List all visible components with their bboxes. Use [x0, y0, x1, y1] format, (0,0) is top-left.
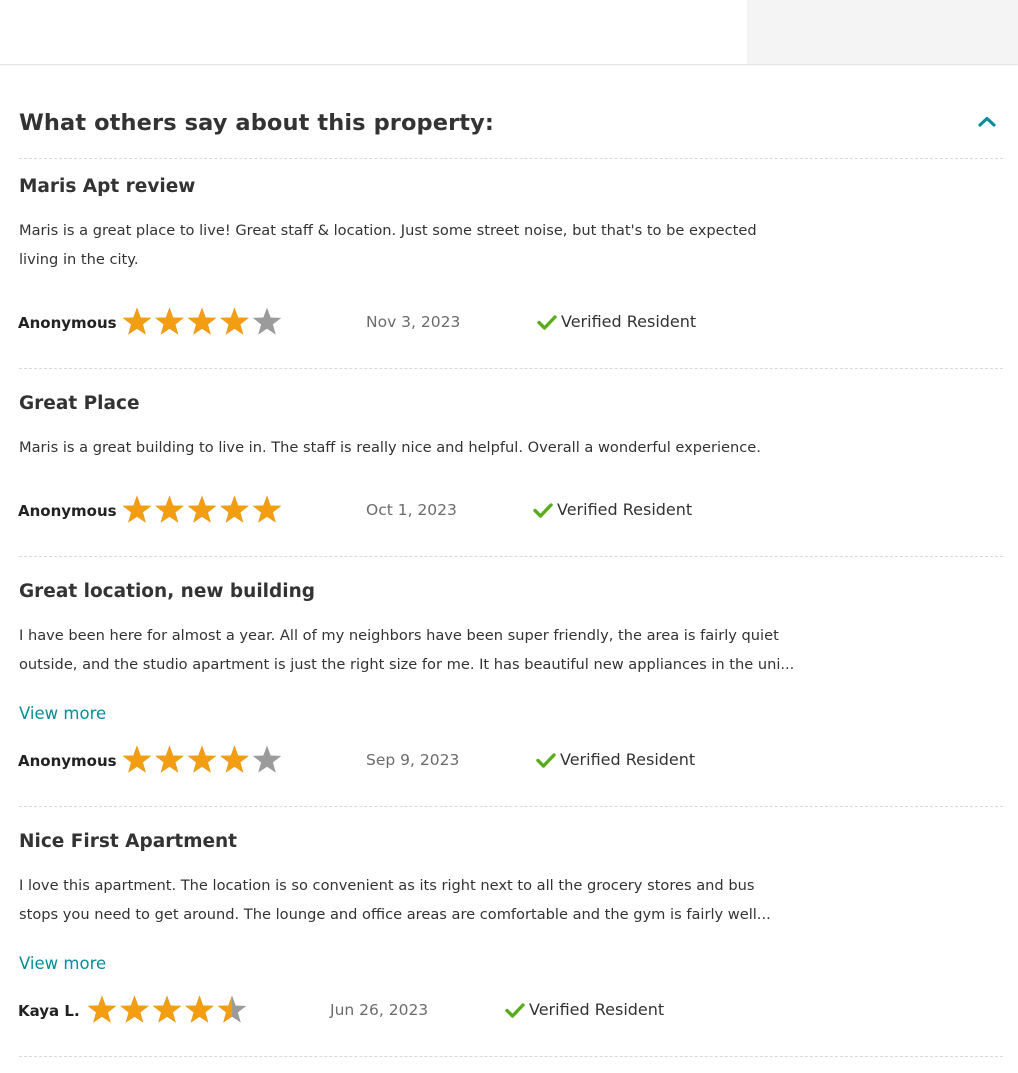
star-rating: [88, 994, 246, 1026]
star-empty-icon: [252, 307, 281, 335]
star-rating-graphic: [123, 495, 281, 523]
star-filled-icon: [187, 495, 217, 523]
star-rating: [123, 494, 281, 526]
star-rating-graphic: [123, 307, 281, 335]
review-body-line: I have been here for almost a year. All …: [19, 627, 779, 644]
star-filled-icon: [187, 307, 217, 335]
review-item: Nice First Apartment I love this apartme…: [18, 807, 1003, 1057]
star-filled-icon: [220, 307, 249, 335]
star-filled-icon: [123, 745, 152, 773]
star-filled-icon: [123, 495, 152, 523]
review-meta: Anonymous Nov 3, 2023 Verified Resident: [18, 306, 818, 338]
review-author: Anonymous: [18, 314, 117, 332]
review-title: Great Place: [19, 393, 140, 414]
star-filled-icon: [220, 495, 249, 523]
verified-label: Verified Resident: [557, 500, 693, 519]
star-rating: [123, 744, 281, 776]
chevron-up-icon: [978, 116, 996, 127]
reviews-section-title: What others say about this property:: [19, 110, 495, 136]
review-title: Nice First Apartment: [19, 831, 238, 852]
star-filled-icon: [155, 495, 184, 523]
review-body-line: Maris is a great building to live in. Th…: [19, 439, 761, 456]
review-meta: Anonymous Sep 9, 2023 Verified Resident: [18, 744, 818, 776]
verified-label: Verified Resident: [529, 1000, 665, 1019]
view-more-link[interactable]: View more: [19, 954, 106, 973]
star-filled-icon: [152, 995, 182, 1023]
star-filled-icon: [123, 307, 152, 335]
review-body: I love this apartment. The location is s…: [19, 871, 819, 929]
verified-label: Verified Resident: [560, 750, 696, 769]
reviews-section: What others say about this property: Mar…: [18, 98, 1003, 1057]
verified-label: Verified Resident: [561, 312, 697, 331]
star-filled-icon: [220, 745, 249, 773]
star-rating-graphic: [123, 745, 281, 773]
checkmark-icon: [537, 315, 557, 330]
review-author: Anonymous: [18, 502, 117, 520]
reviews-section-header: What others say about this property:: [19, 98, 1003, 159]
star-filled-icon: [88, 995, 117, 1023]
star-filled-icon: [155, 307, 184, 335]
review-date: Jun 26, 2023: [330, 1001, 429, 1019]
collapse-section-button[interactable]: [977, 114, 997, 130]
review-author: Kaya L.: [18, 1002, 80, 1020]
review-body-line: I love this apartment. The location is s…: [19, 877, 755, 894]
checkmark-icon: [533, 503, 553, 518]
star-half-icon: [217, 995, 246, 1023]
checkmark-icon: [505, 1003, 525, 1018]
review-title: Great location, new building: [19, 581, 315, 602]
review-item: Great Place Maris is a great building to…: [18, 369, 1003, 557]
star-filled-icon: [185, 995, 214, 1023]
review-meta: Kaya L. Jun 26, 2023 Verified Resident: [18, 994, 818, 1026]
header-side-panel: [747, 0, 1018, 64]
top-header-bar: [0, 0, 1018, 65]
review-body: I have been here for almost a year. All …: [19, 621, 819, 679]
review-body: Maris is a great place to live! Great st…: [19, 216, 819, 274]
review-title: Maris Apt review: [19, 176, 196, 197]
review-date: Nov 3, 2023: [366, 313, 461, 331]
review-body-line: Maris is a great place to live! Great st…: [19, 222, 757, 239]
star-filled-icon: [252, 495, 281, 523]
star-empty-icon: [252, 745, 281, 773]
review-meta: Anonymous Oct 1, 2023 Verified Resident: [18, 494, 818, 526]
review-body-line: stops you need to get around. The lounge…: [19, 906, 771, 923]
review-item: Great location, new building I have been…: [18, 557, 1003, 807]
review-author: Anonymous: [18, 752, 117, 770]
review-date: Oct 1, 2023: [366, 501, 457, 519]
checkmark-icon: [536, 753, 556, 768]
star-rating-graphic: [88, 995, 246, 1023]
review-date: Sep 9, 2023: [366, 751, 460, 769]
review-body-line: outside, and the studio apartment is jus…: [19, 656, 795, 673]
star-filled-icon: [120, 995, 149, 1023]
star-filled-icon: [155, 745, 184, 773]
view-more-link[interactable]: View more: [19, 704, 106, 723]
review-body-line: living in the city.: [19, 251, 139, 268]
review-body: Maris is a great building to live in. Th…: [19, 433, 819, 462]
review-item: Maris Apt review Maris is a great place …: [18, 159, 1003, 369]
star-rating: [123, 306, 281, 338]
star-filled-icon: [187, 745, 217, 773]
